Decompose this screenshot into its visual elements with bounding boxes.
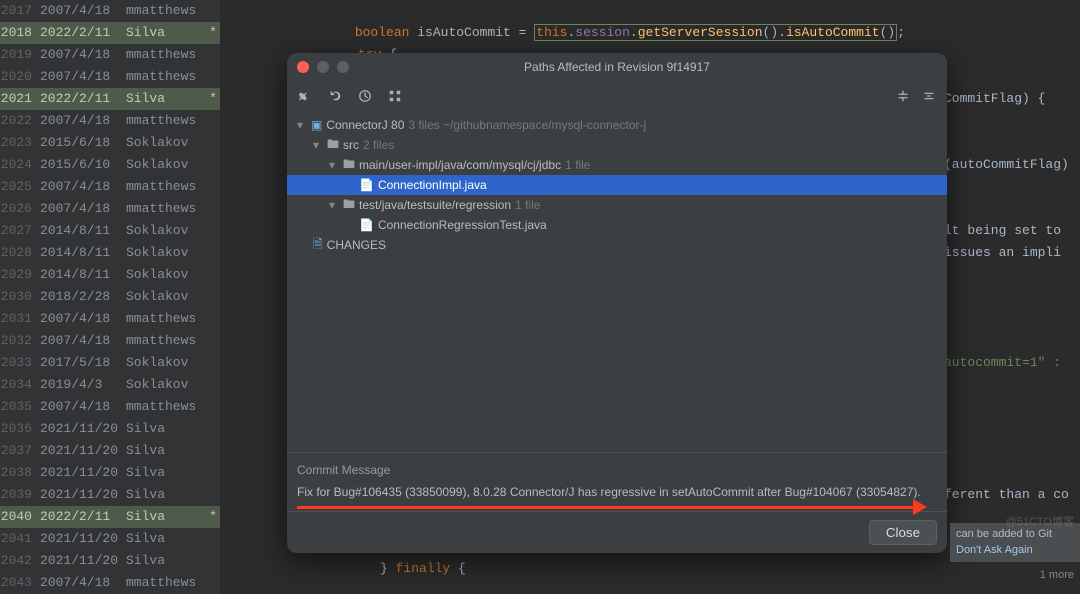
- undo-icon[interactable]: [327, 88, 343, 104]
- blame-row[interactable]: 20322007/4/18mmatthews: [0, 330, 220, 352]
- blame-row[interactable]: 20242015/6/10Soklakov: [0, 154, 220, 176]
- tree-root[interactable]: ▾▣ ConnectorJ 80 3 files ~/githubnamespa…: [287, 115, 947, 135]
- blame-row[interactable]: 20422021/11/20Silva: [0, 550, 220, 572]
- blame-row[interactable]: 20202007/4/18mmatthews: [0, 66, 220, 88]
- dialog-footer: Close: [287, 511, 947, 553]
- blame-row[interactable]: 20212022/2/11Silva*: [0, 88, 220, 110]
- commit-message-section: Commit Message Fix for Bug#106435 (33850…: [287, 452, 947, 511]
- blame-row[interactable]: 20282014/8/11Soklakov: [0, 242, 220, 264]
- close-button[interactable]: Close: [869, 520, 937, 545]
- expand-icon[interactable]: [895, 88, 911, 104]
- dont-ask-link[interactable]: Don't Ask Again: [956, 543, 1074, 558]
- window-min-dot[interactable]: [317, 61, 329, 73]
- blame-row[interactable]: 20372021/11/20Silva: [0, 440, 220, 462]
- blame-row[interactable]: 20312007/4/18mmatthews: [0, 308, 220, 330]
- history-icon[interactable]: [357, 88, 373, 104]
- tree-changes[interactable]: 🗎 CHANGES: [287, 235, 947, 255]
- watermark: @51CTO博客: [1006, 513, 1074, 529]
- tree-file-regression[interactable]: 📄 ConnectionRegressionTest.java: [287, 215, 947, 235]
- commit-message-label: Commit Message: [297, 463, 937, 477]
- paths-affected-dialog: Paths Affected in Revision 9f14917 ▾▣ Co…: [287, 53, 947, 553]
- group-icon[interactable]: [387, 88, 403, 104]
- blame-row[interactable]: 20262007/4/18mmatthews: [0, 198, 220, 220]
- pin-icon[interactable]: [297, 88, 313, 104]
- blame-row[interactable]: 20252007/4/18mmatthews: [0, 176, 220, 198]
- blame-row[interactable]: 20432007/4/18mmatthews: [0, 572, 220, 594]
- blame-row[interactable]: 20302018/2/28Soklakov: [0, 286, 220, 308]
- code-overflow: CommitFlag) { (autoCommitFlag) lt being …: [944, 0, 1074, 506]
- tree-main[interactable]: ▾🖿 main/user-impl/java/com/mysql/cj/jdbc…: [287, 155, 947, 175]
- window-close-dot[interactable]: [297, 61, 309, 73]
- commit-message-text: Fix for Bug#106435 (33850099), 8.0.28 Co…: [297, 483, 937, 501]
- blame-row[interactable]: 20342019/4/3Soklakov: [0, 374, 220, 396]
- blame-row[interactable]: 20182022/2/11Silva*: [0, 22, 220, 44]
- tree-file-connectionimpl[interactable]: 📄 ConnectionImpl.java: [287, 175, 947, 195]
- dialog-titlebar[interactable]: Paths Affected in Revision 9f14917: [287, 53, 947, 81]
- dialog-title: Paths Affected in Revision 9f14917: [287, 60, 947, 74]
- blame-row[interactable]: 20352007/4/18mmatthews: [0, 396, 220, 418]
- annotation-arrow: [297, 501, 927, 515]
- blame-row[interactable]: 20362021/11/20Silva: [0, 418, 220, 440]
- blame-row[interactable]: 20332017/5/18Soklakov: [0, 352, 220, 374]
- blame-row[interactable]: 20232015/6/18Soklakov: [0, 132, 220, 154]
- dialog-toolbar: [287, 81, 947, 111]
- blame-row[interactable]: 20192007/4/18mmatthews: [0, 44, 220, 66]
- tree-test[interactable]: ▾🖿 test/java/testsuite/regression 1 file: [287, 195, 947, 215]
- blame-row[interactable]: 20172007/4/18mmatthews: [0, 0, 220, 22]
- file-tree[interactable]: ▾▣ ConnectorJ 80 3 files ~/githubnamespa…: [287, 111, 947, 452]
- git-notification[interactable]: can be added to Git Don't Ask Again: [950, 523, 1080, 562]
- window-max-dot[interactable]: [337, 61, 349, 73]
- blame-row[interactable]: 20412021/11/20Silva: [0, 528, 220, 550]
- blame-row[interactable]: 20392021/11/20Silva: [0, 484, 220, 506]
- blame-row[interactable]: 20272014/8/11Soklakov: [0, 220, 220, 242]
- more-notifications[interactable]: 1 more: [1040, 569, 1074, 581]
- blame-gutter: 20172007/4/18mmatthews20182022/2/11Silva…: [0, 0, 220, 594]
- tree-src[interactable]: ▾🖿 src 2 files: [287, 135, 947, 155]
- collapse-icon[interactable]: [921, 88, 937, 104]
- blame-row[interactable]: 20382021/11/20Silva: [0, 462, 220, 484]
- blame-row[interactable]: 20292014/8/11Soklakov: [0, 264, 220, 286]
- blame-row[interactable]: 20222007/4/18mmatthews: [0, 110, 220, 132]
- blame-row[interactable]: 20402022/2/11Silva*: [0, 506, 220, 528]
